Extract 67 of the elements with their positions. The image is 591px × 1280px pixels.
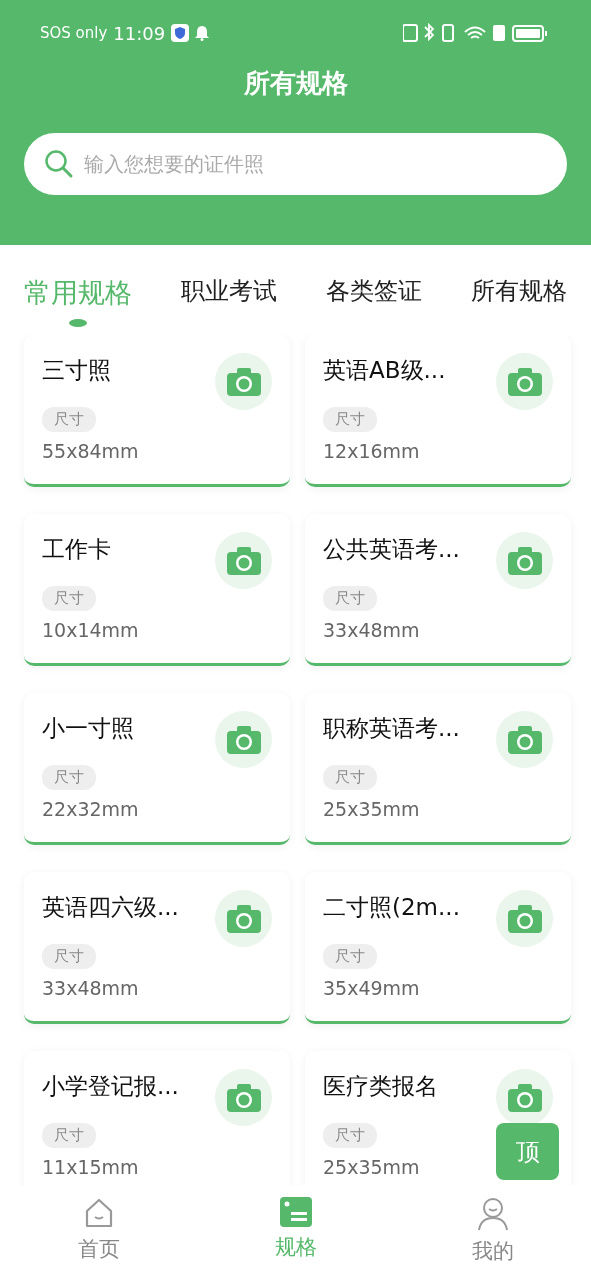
size-tag: 尺寸 [42, 765, 96, 790]
spec-name: 工作卡 [42, 535, 111, 564]
category-tab[interactable]: 所有规格 [471, 275, 567, 335]
spec-size: 33x48mm [323, 619, 420, 641]
camera-icon [226, 725, 261, 754]
bell-icon [195, 25, 210, 41]
page-title: 所有规格 [243, 67, 348, 100]
spec-card[interactable]: 英语AB级... 尺寸 12x16mm [305, 335, 571, 487]
spec-card[interactable]: 小学登记报... 尺寸 11x15mm [24, 1051, 290, 1185]
spec-size: 25x35mm [323, 1156, 420, 1178]
person-icon [476, 1197, 509, 1231]
camera-icon [507, 904, 542, 933]
spec-name: 小学登记报... [42, 1072, 179, 1101]
spec-name: 医疗类报名 [323, 1072, 438, 1101]
search-icon [44, 149, 74, 179]
camera-icon [507, 367, 542, 396]
camera-icon [507, 1083, 542, 1112]
size-tag: 尺寸 [323, 407, 377, 432]
spec-size: 12x16mm [323, 440, 420, 462]
size-tag: 尺寸 [42, 1123, 96, 1148]
spec-card[interactable]: 英语四六级... 尺寸 33x48mm [24, 872, 290, 1024]
spec-name: 英语四六级... [42, 893, 179, 922]
spec-card[interactable]: 小一寸照 尺寸 22x32mm [24, 693, 290, 845]
spec-card[interactable]: 工作卡 尺寸 10x14mm [24, 514, 290, 666]
spec-size: 10x14mm [42, 619, 139, 641]
size-tag: 尺寸 [323, 586, 377, 611]
spec-name: 英语AB级... [323, 356, 446, 385]
size-tag: 尺寸 [42, 407, 96, 432]
tab-indicator [69, 319, 87, 327]
spec-size: 55x84mm [42, 440, 139, 462]
clock-time: 11:09 [113, 22, 166, 44]
size-tag: 尺寸 [42, 944, 96, 969]
spec-card[interactable]: 三寸照 尺寸 55x84mm [24, 335, 290, 487]
camera-icon [226, 904, 261, 933]
spec-size: 33x48mm [42, 977, 139, 999]
spec-name: 公共英语考... [323, 535, 460, 564]
size-tag: 尺寸 [323, 1123, 377, 1148]
category-tab[interactable]: 职业考试 [181, 275, 277, 335]
spec-name: 三寸照 [42, 356, 111, 385]
camera-icon [226, 367, 261, 396]
spec-card[interactable]: 职称英语考... 尺寸 25x35mm [305, 693, 571, 845]
spec-size: 22x32mm [42, 798, 139, 820]
camera-button[interactable] [496, 711, 553, 768]
camera-icon [226, 1083, 261, 1112]
size-tag: 尺寸 [323, 765, 377, 790]
nav-tab[interactable]: 我的 [412, 1185, 573, 1280]
camera-button[interactable] [215, 711, 272, 768]
shield-icon [171, 24, 190, 42]
camera-icon [226, 546, 261, 575]
spec-card[interactable]: 二寸照(2m... 尺寸 35x49mm [305, 872, 571, 1024]
spec-size: 35x49mm [323, 977, 420, 999]
spec-name: 二寸照(2m... [323, 893, 460, 922]
carrier-text: SOS only [40, 24, 108, 42]
spec-name: 小一寸照 [42, 714, 134, 743]
spec-size: 25x35mm [323, 798, 420, 820]
list-card-icon [279, 1197, 312, 1227]
camera-icon [507, 725, 542, 754]
spec-size: 11x15mm [42, 1156, 139, 1178]
category-tab[interactable]: 各类签证 [326, 275, 422, 335]
nav-tab[interactable]: 首页 [18, 1185, 179, 1280]
search-field[interactable]: 输入您想要的证件照 [24, 133, 567, 195]
size-tag: 尺寸 [42, 586, 96, 611]
camera-icon [507, 546, 542, 575]
camera-button[interactable] [496, 1069, 553, 1126]
spec-card[interactable]: 公共英语考... 尺寸 33x48mm [305, 514, 571, 666]
spec-name: 职称英语考... [323, 714, 460, 743]
size-tag: 尺寸 [323, 944, 377, 969]
